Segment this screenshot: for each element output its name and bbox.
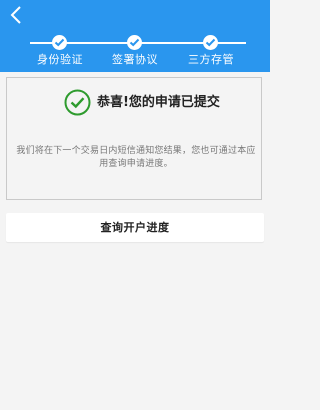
step-line-1-2 bbox=[66, 42, 134, 44]
step-2-indicator bbox=[127, 35, 142, 50]
step-2-label: 签署协议 bbox=[112, 53, 158, 66]
success-message: 我们将在下一个交易日内短信通知您结果，您也可通过本应用查询申请进度。 bbox=[16, 146, 256, 169]
check-icon bbox=[54, 38, 65, 47]
back-button[interactable] bbox=[6, 4, 28, 26]
step-3-label: 三方存管 bbox=[188, 53, 234, 66]
screen: 身份验证 签署协议 三方存管 恭喜!您的申请已提交 我们将在下一个交易日内短信通… bbox=[0, 0, 270, 410]
header: 身份验证 签署协议 三方存管 bbox=[0, 0, 270, 72]
check-icon bbox=[205, 38, 216, 47]
step-line-right bbox=[216, 42, 246, 44]
step-line-2-3 bbox=[140, 42, 208, 44]
success-row: 恭喜!您的申请已提交 bbox=[7, 89, 261, 117]
check-icon bbox=[129, 38, 140, 47]
step-1-label: 身份验证 bbox=[37, 53, 83, 66]
step-3-indicator bbox=[203, 35, 218, 50]
chevron-left-icon bbox=[10, 6, 21, 24]
success-title: 恭喜!您的申请已提交 bbox=[97, 95, 220, 110]
check-circle-icon bbox=[64, 89, 91, 116]
result-card: 恭喜!您的申请已提交 我们将在下一个交易日内短信通知您结果，您也可通过本应用查询… bbox=[6, 77, 262, 200]
step-1-indicator bbox=[52, 35, 67, 50]
query-progress-button[interactable]: 查询开户进度 bbox=[6, 213, 264, 242]
